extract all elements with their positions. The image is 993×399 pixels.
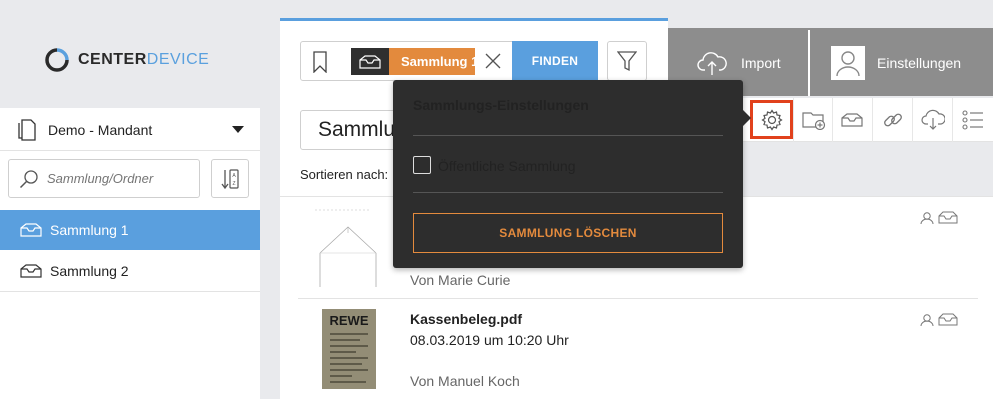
popover-title: Sammlungs-Einstellungen [413,97,589,113]
document-author: Von Manuel Koch [410,373,520,389]
document-preview [315,209,377,287]
collection-title-field[interactable]: Sammlung 1 [300,110,400,150]
download-button[interactable] [912,98,952,142]
document-thumbnail[interactable]: REWE [322,309,376,389]
logo-text: CENTERDEVICE [78,51,210,68]
sidebar-item-label: Sammlung 1 [50,222,129,238]
filter-button[interactable] [607,41,647,81]
sort-button[interactable]: A Z [211,159,249,198]
user-icon [836,51,860,77]
collection-title: Sammlung 1 [318,118,399,141]
collection-icon [938,313,958,326]
new-folder-button[interactable] [793,98,833,142]
search-icon [19,169,38,188]
logo-icon [45,48,69,72]
user-icon [920,212,934,225]
collection-search[interactable] [8,159,200,198]
popover-arrow [743,110,751,126]
bookmark-icon[interactable] [312,51,328,73]
divider [808,30,810,96]
collection-chip-icon [351,48,389,75]
find-button[interactable]: FINDEN [512,41,598,81]
import-label: Import [741,55,781,71]
public-collection-label[interactable]: Öffentliche Sammlung [438,158,575,174]
collection-chip[interactable]: Sammlung 1 [389,48,475,75]
collection-icon [359,54,381,69]
divider [298,298,978,299]
document-badges [920,313,958,327]
receipt-logo-text: REWE [330,313,369,328]
gear-icon [760,108,783,131]
link-button[interactable] [872,98,912,142]
document-author: Von Marie Curie [410,272,511,288]
divider [0,291,260,292]
collection-share-icon [840,113,863,127]
chevron-down-icon [232,126,244,133]
svg-text:A: A [232,173,236,179]
document-badges [920,211,958,225]
collection-icon [938,211,958,224]
folder-add-icon [801,112,825,130]
tenant-label: Demo - Mandant [48,122,153,138]
public-collection-checkbox[interactable] [413,156,431,174]
sidebar-item-label: Sammlung 2 [50,263,129,279]
cloud-download-icon [920,109,945,130]
share-collection-button[interactable] [832,98,872,142]
divider [413,192,723,193]
close-icon[interactable] [484,52,502,70]
user-icon [920,314,934,327]
list-view-button[interactable] [952,98,992,142]
list-icon [961,110,983,130]
svg-text:Z: Z [232,181,235,187]
sort-icon: A Z [221,168,239,189]
divider [413,135,723,136]
sort-label: Sortieren nach: [300,167,389,182]
tenant-selector[interactable]: Demo - Mandant [0,110,260,150]
document-icon [18,119,36,141]
collection-icon [20,223,42,237]
collection-icon [20,264,42,278]
centerdevice-logo[interactable]: CENTERDEVICE [44,44,209,76]
receipt-preview: REWE [322,309,376,389]
document-name[interactable]: Kassenbeleg.pdf [410,311,522,327]
filter-icon [617,51,637,72]
sidebar-item-sammlung-1[interactable]: Sammlung 1 [0,210,260,250]
collection-settings-button[interactable] [750,100,793,139]
document-thumbnail[interactable] [310,207,380,289]
settings-label: Einstellungen [877,55,962,71]
settings-button[interactable]: Einstellungen [811,30,993,96]
avatar [831,46,865,80]
link-icon [883,113,902,127]
cloud-upload-icon [697,52,727,75]
divider [0,150,260,151]
collection-search-input[interactable] [47,171,187,186]
delete-collection-button[interactable]: SAMMLUNG LÖSCHEN [413,213,723,253]
document-date: 08.03.2019 um 10:20 Uhr [410,332,569,348]
sidebar-item-sammlung-2[interactable]: Sammlung 2 [0,251,260,291]
